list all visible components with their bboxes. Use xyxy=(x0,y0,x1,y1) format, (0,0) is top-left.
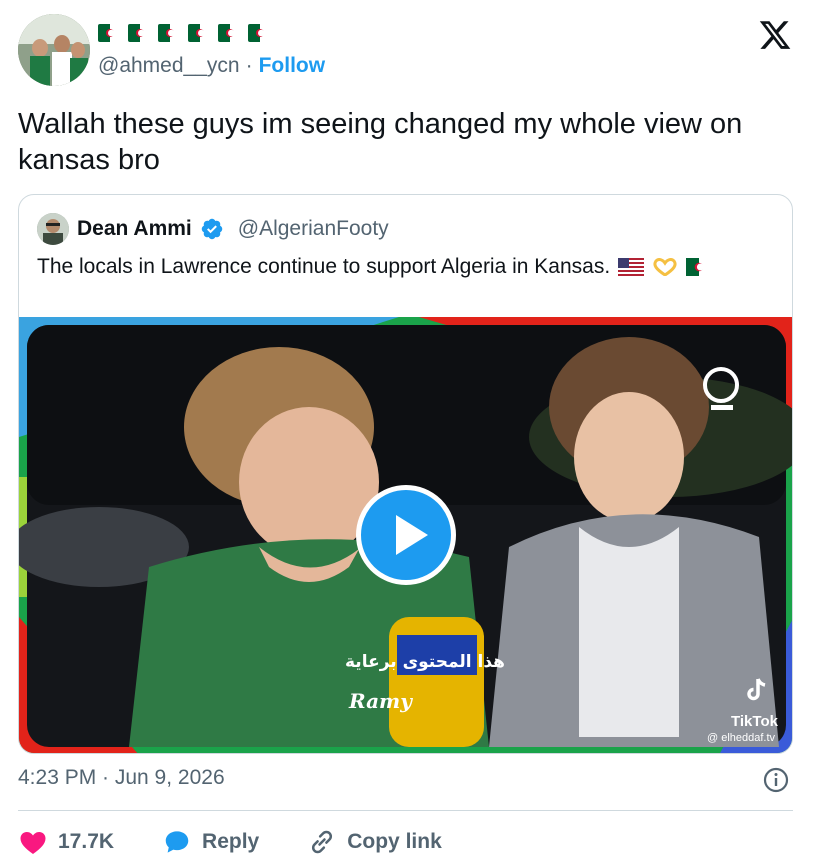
separator-dot: · xyxy=(245,54,253,77)
author-handle[interactable]: @ahmed__ycn xyxy=(98,54,240,78)
reply-label: Reply xyxy=(202,830,260,853)
quoted-author-handle: @AlgerianFooty xyxy=(237,217,389,240)
tiktok-icon xyxy=(745,677,769,708)
quoted-tweet-header: Dean Ammi @AlgerianFooty xyxy=(37,213,389,245)
quoted-author-name: Dean Ammi xyxy=(77,217,192,240)
action-bar: 17.7K Reply Copy link xyxy=(18,824,490,860)
tweet-timestamp[interactable]: 4:23 PM · Jun 9, 2026 xyxy=(18,766,225,790)
video-player[interactable]: هذا المحتوى برعاية Ramy TikTok @ elhedda… xyxy=(19,317,792,753)
copy-link-label: Copy link xyxy=(347,830,442,853)
sponsor-logo: Ramy xyxy=(349,689,412,713)
like-button[interactable]: 17.7K xyxy=(18,827,114,857)
us-flag-icon xyxy=(618,258,645,276)
algeria-flag-icon xyxy=(98,24,122,42)
play-button[interactable] xyxy=(356,485,456,585)
heart-hands-icon xyxy=(652,258,678,276)
link-icon xyxy=(312,830,333,854)
divider xyxy=(18,810,793,811)
tiktok-handle: @ elheddaf.tv xyxy=(707,732,776,744)
algeria-flag-icon xyxy=(218,24,242,42)
quoted-tweet-text-row: The locals in Lawrence continue to suppo… xyxy=(37,255,713,279)
display-name-flags[interactable] xyxy=(98,24,272,42)
heart-icon xyxy=(20,832,46,854)
info-icon[interactable] xyxy=(762,766,790,794)
quoted-author-avatar xyxy=(37,213,69,245)
x-logo-icon[interactable] xyxy=(758,18,792,52)
follow-button[interactable]: Follow xyxy=(259,54,326,78)
quoted-tweet[interactable]: Dean Ammi @AlgerianFooty The locals in L… xyxy=(18,194,793,754)
verified-badge-icon xyxy=(200,217,224,241)
reply-button[interactable]: Reply xyxy=(162,827,259,857)
reply-bubble-icon xyxy=(165,831,189,853)
play-icon xyxy=(396,515,428,555)
algeria-flag-icon xyxy=(128,24,152,42)
author-avatar[interactable] xyxy=(18,14,90,86)
copy-link-button[interactable]: Copy link xyxy=(307,827,442,857)
algeria-flag-icon xyxy=(248,24,272,42)
algeria-flag-icon xyxy=(188,24,212,42)
quoted-tweet-text: The locals in Lawrence continue to suppo… xyxy=(37,255,611,278)
like-count: 17.7K xyxy=(58,830,115,853)
tweet-text: Wallah these guys im seeing changed my w… xyxy=(18,108,743,176)
sponsor-overlay-text: هذا المحتوى برعاية xyxy=(345,652,505,672)
algeria-flag-icon xyxy=(158,24,182,42)
tiktok-label: TikTok xyxy=(731,713,778,730)
tweet-header: @ahmed__ycn · Follow xyxy=(18,14,798,86)
author-handle-row: @ahmed__ycn · Follow xyxy=(98,54,325,78)
algeria-flag-icon xyxy=(686,258,713,276)
